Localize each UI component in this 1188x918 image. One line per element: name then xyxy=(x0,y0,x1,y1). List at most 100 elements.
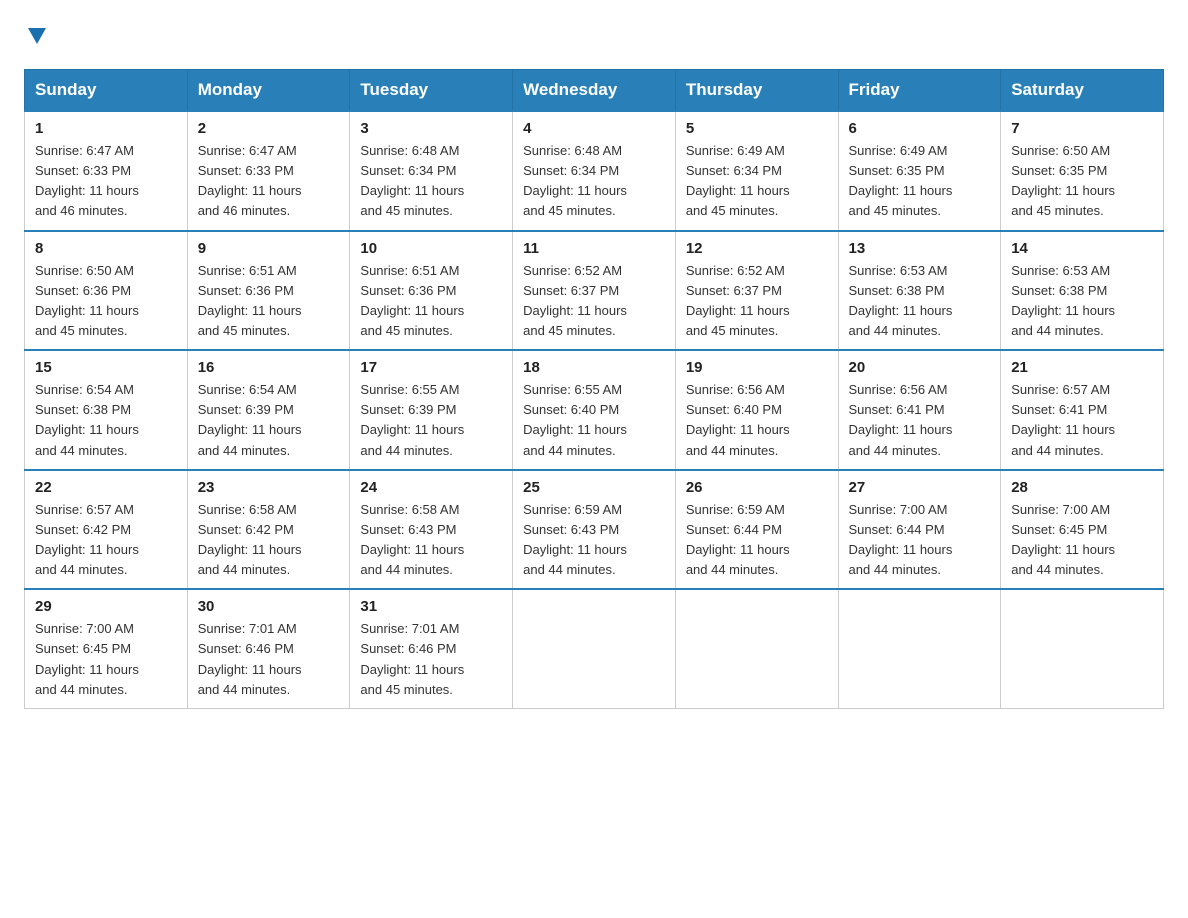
empty-cell xyxy=(1001,589,1164,708)
day-number: 10 xyxy=(360,240,502,257)
day-number: 30 xyxy=(198,598,340,615)
day-number: 11 xyxy=(523,240,665,257)
day-number: 24 xyxy=(360,479,502,496)
day-info: Sunrise: 6:48 AMSunset: 6:34 PMDaylight:… xyxy=(523,143,627,218)
day-number: 31 xyxy=(360,598,502,615)
day-number: 12 xyxy=(686,240,828,257)
calendar-day-13: 13 Sunrise: 6:53 AMSunset: 6:38 PMDaylig… xyxy=(838,231,1001,351)
calendar-day-17: 17 Sunrise: 6:55 AMSunset: 6:39 PMDaylig… xyxy=(350,350,513,470)
day-number: 25 xyxy=(523,479,665,496)
day-number: 16 xyxy=(198,359,340,376)
calendar-day-25: 25 Sunrise: 6:59 AMSunset: 6:43 PMDaylig… xyxy=(513,470,676,590)
day-info: Sunrise: 6:53 AMSunset: 6:38 PMDaylight:… xyxy=(849,263,953,338)
calendar-day-24: 24 Sunrise: 6:58 AMSunset: 6:43 PMDaylig… xyxy=(350,470,513,590)
day-info: Sunrise: 6:51 AMSunset: 6:36 PMDaylight:… xyxy=(198,263,302,338)
calendar-week-2: 8 Sunrise: 6:50 AMSunset: 6:36 PMDayligh… xyxy=(25,231,1164,351)
logo-triangle-icon xyxy=(26,24,48,46)
calendar-day-20: 20 Sunrise: 6:56 AMSunset: 6:41 PMDaylig… xyxy=(838,350,1001,470)
day-number: 15 xyxy=(35,359,177,376)
calendar-day-14: 14 Sunrise: 6:53 AMSunset: 6:38 PMDaylig… xyxy=(1001,231,1164,351)
day-info: Sunrise: 6:49 AMSunset: 6:35 PMDaylight:… xyxy=(849,143,953,218)
day-number: 14 xyxy=(1011,240,1153,257)
calendar-week-3: 15 Sunrise: 6:54 AMSunset: 6:38 PMDaylig… xyxy=(25,350,1164,470)
day-info: Sunrise: 7:01 AMSunset: 6:46 PMDaylight:… xyxy=(360,621,464,696)
day-number: 13 xyxy=(849,240,991,257)
day-number: 5 xyxy=(686,120,828,137)
day-number: 28 xyxy=(1011,479,1153,496)
day-info: Sunrise: 6:57 AMSunset: 6:42 PMDaylight:… xyxy=(35,502,139,577)
day-number: 6 xyxy=(849,120,991,137)
day-number: 9 xyxy=(198,240,340,257)
day-info: Sunrise: 6:47 AMSunset: 6:33 PMDaylight:… xyxy=(198,143,302,218)
calendar-table: SundayMondayTuesdayWednesdayThursdayFrid… xyxy=(24,69,1164,709)
calendar-day-26: 26 Sunrise: 6:59 AMSunset: 6:44 PMDaylig… xyxy=(675,470,838,590)
calendar-day-28: 28 Sunrise: 7:00 AMSunset: 6:45 PMDaylig… xyxy=(1001,470,1164,590)
day-number: 2 xyxy=(198,120,340,137)
day-info: Sunrise: 6:56 AMSunset: 6:40 PMDaylight:… xyxy=(686,382,790,457)
calendar-day-21: 21 Sunrise: 6:57 AMSunset: 6:41 PMDaylig… xyxy=(1001,350,1164,470)
day-number: 21 xyxy=(1011,359,1153,376)
calendar-day-8: 8 Sunrise: 6:50 AMSunset: 6:36 PMDayligh… xyxy=(25,231,188,351)
calendar-day-27: 27 Sunrise: 7:00 AMSunset: 6:44 PMDaylig… xyxy=(838,470,1001,590)
calendar-week-4: 22 Sunrise: 6:57 AMSunset: 6:42 PMDaylig… xyxy=(25,470,1164,590)
day-number: 22 xyxy=(35,479,177,496)
calendar-week-5: 29 Sunrise: 7:00 AMSunset: 6:45 PMDaylig… xyxy=(25,589,1164,708)
empty-cell xyxy=(838,589,1001,708)
calendar-header-row: SundayMondayTuesdayWednesdayThursdayFrid… xyxy=(25,70,1164,112)
empty-cell xyxy=(675,589,838,708)
day-info: Sunrise: 7:00 AMSunset: 6:45 PMDaylight:… xyxy=(1011,502,1115,577)
empty-cell xyxy=(513,589,676,708)
calendar-day-3: 3 Sunrise: 6:48 AMSunset: 6:34 PMDayligh… xyxy=(350,111,513,231)
calendar-day-12: 12 Sunrise: 6:52 AMSunset: 6:37 PMDaylig… xyxy=(675,231,838,351)
day-info: Sunrise: 6:59 AMSunset: 6:43 PMDaylight:… xyxy=(523,502,627,577)
day-number: 7 xyxy=(1011,120,1153,137)
calendar-week-1: 1 Sunrise: 6:47 AMSunset: 6:33 PMDayligh… xyxy=(25,111,1164,231)
day-info: Sunrise: 7:00 AMSunset: 6:45 PMDaylight:… xyxy=(35,621,139,696)
day-info: Sunrise: 6:54 AMSunset: 6:39 PMDaylight:… xyxy=(198,382,302,457)
day-info: Sunrise: 6:53 AMSunset: 6:38 PMDaylight:… xyxy=(1011,263,1115,338)
calendar-day-2: 2 Sunrise: 6:47 AMSunset: 6:33 PMDayligh… xyxy=(187,111,350,231)
day-info: Sunrise: 6:50 AMSunset: 6:35 PMDaylight:… xyxy=(1011,143,1115,218)
logo xyxy=(24,24,48,51)
calendar-day-15: 15 Sunrise: 6:54 AMSunset: 6:38 PMDaylig… xyxy=(25,350,188,470)
day-number: 8 xyxy=(35,240,177,257)
day-info: Sunrise: 6:55 AMSunset: 6:40 PMDaylight:… xyxy=(523,382,627,457)
calendar-day-11: 11 Sunrise: 6:52 AMSunset: 6:37 PMDaylig… xyxy=(513,231,676,351)
calendar-day-16: 16 Sunrise: 6:54 AMSunset: 6:39 PMDaylig… xyxy=(187,350,350,470)
calendar-day-19: 19 Sunrise: 6:56 AMSunset: 6:40 PMDaylig… xyxy=(675,350,838,470)
day-number: 19 xyxy=(686,359,828,376)
day-info: Sunrise: 6:48 AMSunset: 6:34 PMDaylight:… xyxy=(360,143,464,218)
day-info: Sunrise: 6:56 AMSunset: 6:41 PMDaylight:… xyxy=(849,382,953,457)
day-info: Sunrise: 6:58 AMSunset: 6:43 PMDaylight:… xyxy=(360,502,464,577)
day-info: Sunrise: 6:52 AMSunset: 6:37 PMDaylight:… xyxy=(686,263,790,338)
day-info: Sunrise: 6:50 AMSunset: 6:36 PMDaylight:… xyxy=(35,263,139,338)
day-number: 17 xyxy=(360,359,502,376)
calendar-day-5: 5 Sunrise: 6:49 AMSunset: 6:34 PMDayligh… xyxy=(675,111,838,231)
day-info: Sunrise: 6:58 AMSunset: 6:42 PMDaylight:… xyxy=(198,502,302,577)
day-info: Sunrise: 6:52 AMSunset: 6:37 PMDaylight:… xyxy=(523,263,627,338)
day-number: 23 xyxy=(198,479,340,496)
day-number: 3 xyxy=(360,120,502,137)
weekday-header-monday: Monday xyxy=(187,70,350,112)
calendar-day-22: 22 Sunrise: 6:57 AMSunset: 6:42 PMDaylig… xyxy=(25,470,188,590)
calendar-day-18: 18 Sunrise: 6:55 AMSunset: 6:40 PMDaylig… xyxy=(513,350,676,470)
day-info: Sunrise: 6:54 AMSunset: 6:38 PMDaylight:… xyxy=(35,382,139,457)
day-info: Sunrise: 6:47 AMSunset: 6:33 PMDaylight:… xyxy=(35,143,139,218)
page-header xyxy=(24,24,1164,51)
calendar-day-30: 30 Sunrise: 7:01 AMSunset: 6:46 PMDaylig… xyxy=(187,589,350,708)
day-number: 20 xyxy=(849,359,991,376)
day-number: 18 xyxy=(523,359,665,376)
day-info: Sunrise: 7:00 AMSunset: 6:44 PMDaylight:… xyxy=(849,502,953,577)
weekday-header-wednesday: Wednesday xyxy=(513,70,676,112)
weekday-header-saturday: Saturday xyxy=(1001,70,1164,112)
calendar-day-23: 23 Sunrise: 6:58 AMSunset: 6:42 PMDaylig… xyxy=(187,470,350,590)
day-info: Sunrise: 6:55 AMSunset: 6:39 PMDaylight:… xyxy=(360,382,464,457)
day-number: 27 xyxy=(849,479,991,496)
weekday-header-sunday: Sunday xyxy=(25,70,188,112)
weekday-header-friday: Friday xyxy=(838,70,1001,112)
calendar-day-31: 31 Sunrise: 7:01 AMSunset: 6:46 PMDaylig… xyxy=(350,589,513,708)
day-info: Sunrise: 6:59 AMSunset: 6:44 PMDaylight:… xyxy=(686,502,790,577)
weekday-header-tuesday: Tuesday xyxy=(350,70,513,112)
day-number: 1 xyxy=(35,120,177,137)
day-number: 4 xyxy=(523,120,665,137)
